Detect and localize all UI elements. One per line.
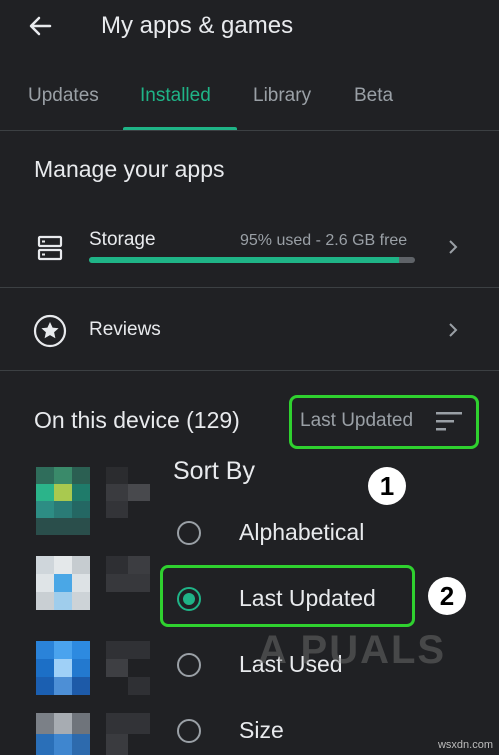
page-title: My apps & games	[101, 12, 294, 39]
storage-icon	[37, 235, 63, 261]
app-name-blurred	[106, 641, 150, 695]
sort-option-label: Alphabetical	[239, 519, 365, 545]
tab-updates[interactable]: Updates	[28, 84, 99, 108]
radio-unchecked[interactable]	[177, 653, 201, 677]
app-icon[interactable]	[36, 556, 90, 610]
device-apps-title: On this device (129)	[34, 407, 240, 433]
tab-library[interactable]: Library	[253, 84, 311, 108]
tab-beta[interactable]: Beta	[354, 84, 393, 108]
chevron-right-icon	[449, 323, 458, 337]
sort-option-size[interactable]: Size	[165, 706, 445, 754]
storage-progress-bar	[89, 257, 415, 263]
storage-label: Storage	[89, 229, 156, 250]
app-icon[interactable]	[36, 467, 90, 535]
reviews-divider	[0, 370, 499, 371]
app-icon[interactable]	[36, 641, 90, 695]
app-icon[interactable]	[36, 713, 90, 755]
sort-option-label: Size	[239, 717, 284, 743]
tabs-divider	[0, 130, 499, 131]
tab-installed[interactable]: Installed	[140, 84, 211, 108]
storage-progress-fill	[89, 257, 399, 263]
sort-button-label: Last Updated	[300, 410, 414, 431]
sort-menu-title: Sort By	[173, 457, 255, 485]
sort-icon	[436, 412, 462, 431]
app-name-blurred	[106, 556, 150, 610]
reviews-label: Reviews	[89, 319, 161, 340]
highlight-last-updated	[160, 565, 415, 627]
app-name-blurred	[106, 467, 150, 535]
step-2-badge: 2	[428, 577, 466, 615]
app-name-blurred	[106, 713, 150, 755]
step-1-badge: 1	[368, 467, 406, 505]
reviews-row[interactable]: Reviews	[0, 300, 499, 362]
sort-option-alphabetical[interactable]: Alphabetical	[165, 508, 445, 558]
manage-apps-title: Manage your apps	[34, 156, 225, 182]
back-button[interactable]	[24, 10, 56, 42]
storage-divider	[0, 287, 499, 288]
source-credit: wsxdn.com	[437, 739, 493, 751]
watermark: A PUALS	[258, 628, 447, 672]
radio-unchecked[interactable]	[177, 719, 201, 743]
star-circle-icon	[33, 314, 67, 348]
storage-row[interactable]: Storage 95% used - 2.6 GB free	[0, 214, 499, 284]
chevron-right-icon	[449, 240, 458, 254]
storage-meta: 95% used - 2.6 GB free	[240, 232, 408, 249]
arrow-left-icon	[29, 16, 52, 36]
radio-unchecked[interactable]	[177, 521, 201, 545]
